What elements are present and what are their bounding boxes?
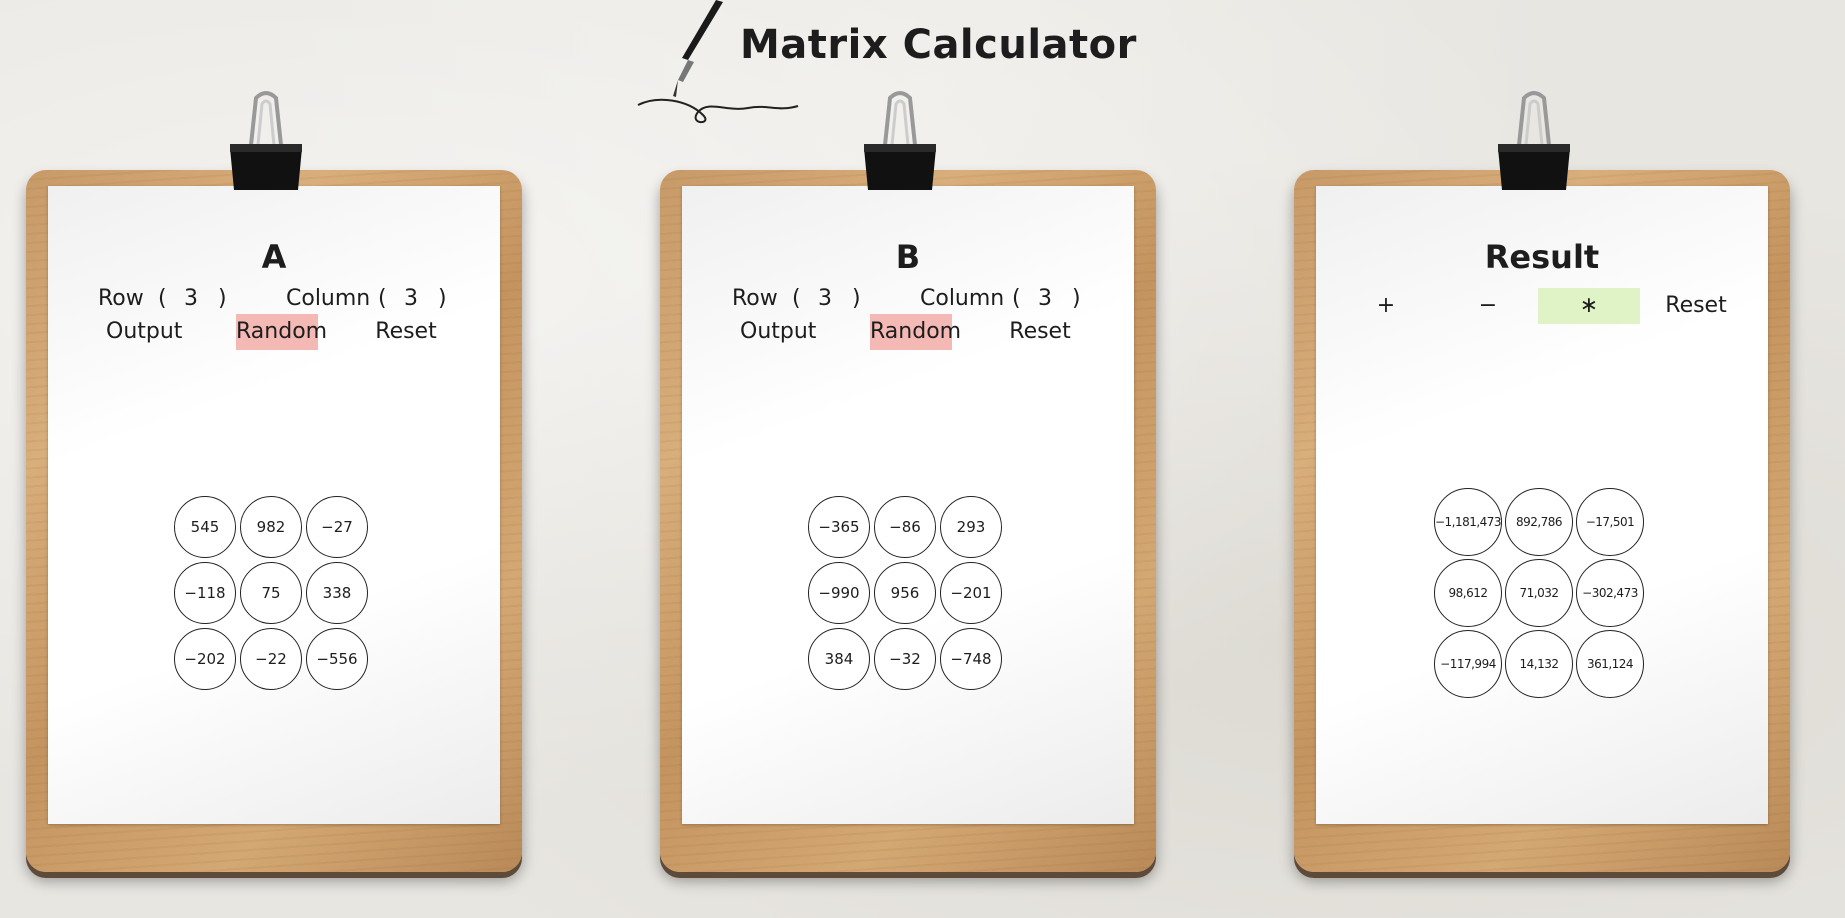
result-title: Result [1484,238,1600,276]
row-value-input[interactable]: 3 [184,286,198,311]
paper-result: Result + − ∗ Reset −1,181,473 892,786 −1… [1316,186,1768,824]
row-label: Row [98,286,144,311]
result-cell: 892,786 [1505,488,1573,556]
result-cell: −1,181,473 [1434,488,1502,556]
matrix-cell[interactable]: −118 [174,562,236,624]
paper-matrix-b: B Row ( 3 ) Column ( 3 ) Output Random R… [682,186,1134,824]
matrix-cell[interactable]: −86 [874,496,936,558]
result-cell: 361,124 [1576,630,1644,698]
matrix-cell[interactable]: −202 [174,628,236,690]
binder-clip-icon [864,91,936,190]
column-close-paren: ) [1072,286,1081,311]
result-cell: 98,612 [1434,559,1502,627]
paper-matrix-a: A Row ( 3 ) Column ( 3 ) Output Random R… [48,186,500,824]
column-open-paren: ( [378,286,387,311]
column-value-input[interactable]: 3 [404,286,418,311]
matrix-cell[interactable]: 384 [808,628,870,690]
matrix-cell[interactable]: 956 [874,562,936,624]
matrix-a-title: A [261,238,287,276]
column-label: Column [920,286,1005,311]
add-button[interactable]: + [1356,288,1416,324]
matrix-cell[interactable]: 338 [306,562,368,624]
multiply-button[interactable]: ∗ [1538,288,1640,324]
clipboard-matrix-a: A Row ( 3 ) Column ( 3 ) Output Random R… [26,91,522,872]
output-button[interactable]: Output [106,314,182,350]
output-button[interactable]: Output [740,314,816,350]
row-close-paren: ) [218,286,227,311]
subtract-button[interactable]: − [1458,288,1518,324]
matrix-cell[interactable]: −556 [306,628,368,690]
row-open-paren: ( [158,286,167,311]
matrix-cell[interactable]: 545 [174,496,236,558]
clipboard-matrix-b: B Row ( 3 ) Column ( 3 ) Output Random R… [660,91,1156,872]
row-open-paren: ( [792,286,801,311]
reset-button[interactable]: Reset [1656,288,1736,324]
matrix-cell[interactable]: −990 [808,562,870,624]
row-label: Row [732,286,778,311]
matrix-cell[interactable]: 982 [240,496,302,558]
fountain-pen-icon [637,0,799,124]
column-value-input[interactable]: 3 [1038,286,1052,311]
random-button[interactable]: Random [870,314,961,350]
random-button[interactable]: Random [236,314,327,350]
matrix-cell[interactable]: −365 [808,496,870,558]
column-open-paren: ( [1012,286,1021,311]
column-close-paren: ) [438,286,447,311]
matrix-cell[interactable]: 75 [240,562,302,624]
row-value-input[interactable]: 3 [818,286,832,311]
matrix-cell[interactable]: 293 [940,496,1002,558]
result-cell: −17,501 [1576,488,1644,556]
matrix-cell[interactable]: −201 [940,562,1002,624]
row-close-paren: ) [852,286,861,311]
app-title: Matrix Calculator [740,22,1137,68]
binder-clip-icon [1498,91,1570,190]
clipboard-result: Result + − ∗ Reset −1,181,473 892,786 −1… [1294,91,1790,872]
result-cell: 14,132 [1505,630,1573,698]
result-cell: −117,994 [1434,630,1502,698]
binder-clip-icon [230,91,302,190]
matrix-cell[interactable]: −22 [240,628,302,690]
reset-button[interactable]: Reset [1008,314,1072,350]
matrix-b-title: B [895,238,921,276]
result-cell: −302,473 [1576,559,1644,627]
column-label: Column [286,286,371,311]
matrix-cell[interactable]: −32 [874,628,936,690]
matrix-cell[interactable]: −748 [940,628,1002,690]
matrix-cell[interactable]: −27 [306,496,368,558]
result-cell: 71,032 [1505,559,1573,627]
reset-button[interactable]: Reset [374,314,438,350]
